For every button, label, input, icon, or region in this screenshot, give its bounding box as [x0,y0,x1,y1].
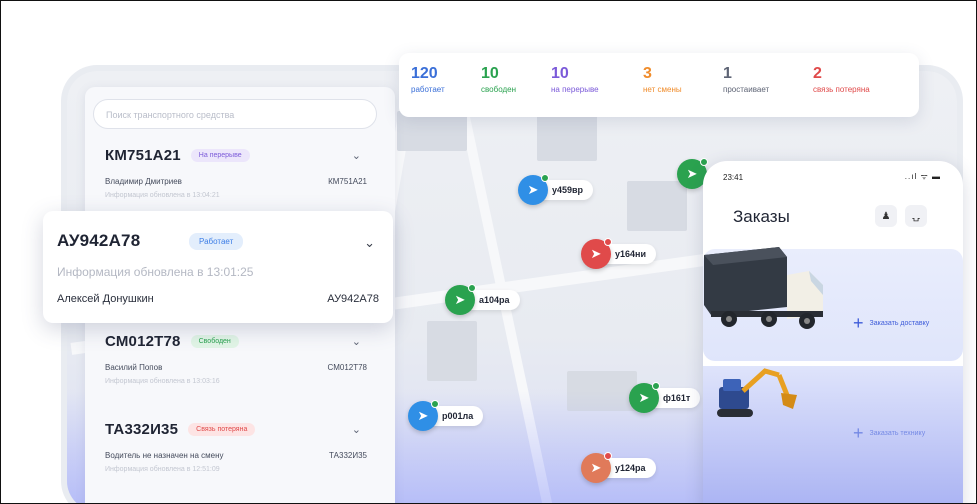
pin-label: у164ни [605,244,656,264]
stat-label: связь потеряна [813,85,870,94]
vehicle-plate-secondary: КМ751А21 [328,177,367,186]
updated-text: Информация обновлена в 13:01:25 [57,265,254,279]
stat-value: 10 [481,65,499,82]
pin-label: у124ра [605,458,656,478]
pin-label: у459вр [542,180,594,200]
driver-name: Владимир Дмитриев [105,177,182,186]
stat-value: 120 [411,65,438,82]
stat-label: простаивает [723,85,770,94]
navigation-arrow-icon: ➤ [581,452,612,483]
navigation-arrow-icon: ➤ [629,382,660,413]
plus-icon: + [853,313,864,333]
plus-icon: + [853,423,864,443]
status-bar-time: 23:41 [723,173,744,182]
map-pin[interactable]: ➤ ф161т [629,382,701,413]
chevron-down-icon[interactable]: ⌄ [352,423,361,436]
status-dot [652,382,660,390]
driver-name: Алексей Донушкин [57,293,154,305]
map-pin[interactable]: ➤ у459вр [518,174,594,205]
status-dot [604,452,612,460]
status-bar-icons: ..ıl ᯤ ▬ [904,172,941,181]
order-technique-button[interactable]: + Заказать технику [853,423,925,444]
driver-name: Водитель не назначен на смену [105,451,224,460]
stat-label: работает [411,85,445,94]
status-badge: Работает [189,233,244,250]
vehicle-plate-secondary: АУ942А78 [327,293,379,305]
stat-value: 1 [723,65,732,82]
stat-free[interactable]: 10 свободен [481,65,516,94]
navigation-arrow-icon: ➤ [518,174,549,205]
pin-label: р001ла [432,406,484,426]
map-pin[interactable]: ➤ у164ни [581,238,656,269]
pin-label: ф161т [653,388,701,408]
stat-idle[interactable]: 1 простаивает [723,65,769,94]
updated-text: Информация обновлена в 12:51:09 [105,466,220,473]
map-pin[interactable]: ➤ у124ра [581,452,656,483]
navigation-arrow-icon: ➤ [581,238,612,269]
driver-name: Василий Попов [105,363,163,372]
navigation-arrow-icon: ➤ [445,284,476,315]
excavator-illustration [717,368,797,417]
stat-label: нет смены [643,85,682,94]
page-title: Заказы [733,207,790,226]
search-input[interactable]: Поиск транспортного средства [93,99,377,129]
updated-text: Информация обновлена в 13:04:21 [105,192,220,199]
vehicle-plate: КМ751А21 [105,147,181,164]
status-dot [700,158,708,166]
status-dot [604,238,612,246]
status-dot [431,400,439,408]
stat-value: 2 [813,65,822,82]
screenshot-frame: Поиск транспортного средства КМ751А21 На … [0,0,977,504]
updated-text: Информация обновлена в 13:03:16 [105,378,220,385]
vehicle-plate-secondary: ТА332И35 [329,451,367,460]
stat-break[interactable]: 10 на перерыве [551,65,599,94]
map-pin[interactable]: ➤ р001ла [408,400,484,431]
map-pin[interactable]: ➤ а104ра [445,284,520,315]
order-delivery-label: Заказать доставку [869,319,930,327]
vehicle-plate: ТА332И35 [105,421,179,438]
stat-label: свободен [481,85,516,94]
vehicle-plate-secondary: СМ012Т78 [327,363,367,372]
list-item[interactable]: КМ751А21 На перерыве ⌄ Владимир Дмитриев К… [105,147,367,199]
truck-illustration [704,247,823,329]
status-dot [541,174,549,182]
status-badge: На перерыве [190,149,250,162]
vehicle-plate: СМ012Т78 [105,333,181,350]
stat-value: 10 [551,65,569,82]
list-item[interactable]: ТА332И35 Связь потеряна ⌄ Водитель не наз… [105,421,367,473]
selected-vehicle-card[interactable]: АУ942А78 Работает ⌄ Информация обновлена… [43,211,393,323]
status-badge: Свободен [190,335,239,348]
order-delivery-button[interactable]: + Заказать доставку [853,313,929,334]
stat-lost[interactable]: 2 связь потеряна [813,65,870,94]
stat-label: на перерыве [551,85,599,94]
stat-no-shift[interactable]: 3 нет смены [643,65,682,94]
stat-working[interactable]: 120 работает [411,65,445,94]
user-icon[interactable]: ♟ [875,205,897,227]
chevron-down-icon[interactable]: ⌄ [352,335,361,348]
list-item[interactable]: СМ012Т78 Свободен ⌄ Василий Попов СМ012Т78… [105,333,367,385]
order-technique-label: Заказать технику [869,429,926,437]
headphones-icon[interactable]: ⍽ [905,205,927,227]
status-badge: Связь потеряна [188,423,256,436]
vehicle-plate: АУ942А78 [57,231,141,250]
chevron-down-icon[interactable]: ⌄ [352,149,361,162]
stat-value: 3 [643,65,652,82]
status-dot [468,284,476,292]
fleet-status-summary: 120 работает 10 свободен 10 на перерыве … [399,53,919,117]
chevron-down-icon[interactable]: ⌄ [364,235,375,251]
navigation-arrow-icon: ➤ [408,400,439,431]
pin-label: а104ра [469,290,520,310]
